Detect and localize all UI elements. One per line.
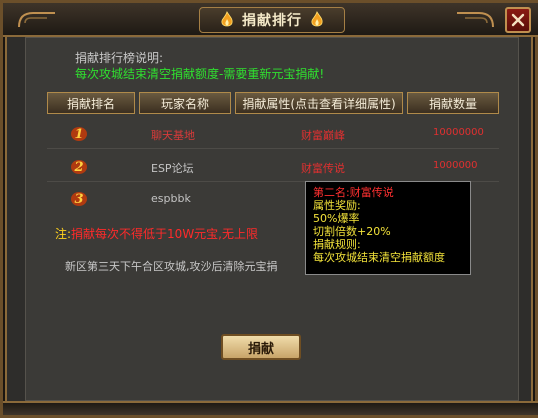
- ranking-row[interactable]: 1 聊天基地 财富巅峰 10000000: [47, 121, 499, 147]
- tooltip-title: 第二名:财富传说: [313, 186, 394, 199]
- close-button[interactable]: [505, 7, 531, 33]
- tooltip-line: 切割倍数+20%: [313, 225, 391, 238]
- tooltip-line: 每次攻城结束清空捐献额度: [313, 251, 445, 264]
- window-title: 捐献排行: [242, 13, 302, 29]
- description-text: 每次攻城结束清空捐献额度-需要重新元宝捐献!: [75, 67, 325, 81]
- player-name: espbbk: [151, 192, 191, 205]
- attribute-tooltip: 第二名:财富传说 属性奖励: 50%爆率 切割倍数+20% 捐献规则: 每次攻城…: [305, 181, 471, 275]
- notice-text: 新区第三天下午合区攻城,攻沙后清除元宝捐: [65, 260, 278, 273]
- column-header-rank[interactable]: 捐献排名: [47, 92, 135, 114]
- rank-2-icon: 2: [69, 156, 89, 176]
- svg-text:2: 2: [73, 160, 83, 175]
- donation-amount: 10000000: [433, 127, 484, 138]
- donate-button[interactable]: 捐献: [221, 334, 301, 360]
- tooltip-line: 50%爆率: [313, 212, 360, 225]
- column-header-amount[interactable]: 捐献数量: [407, 92, 499, 114]
- donation-amount: 1000000: [433, 160, 478, 171]
- column-header-attributes[interactable]: 捐献属性(点击查看详细属性): [235, 92, 403, 114]
- corner-ornament-left: [17, 9, 57, 29]
- svg-text:3: 3: [74, 192, 83, 207]
- close-icon: [511, 13, 525, 27]
- donation-title[interactable]: 财富传说: [301, 160, 345, 176]
- corner-ornament-right: [455, 9, 495, 29]
- rank-3-icon: 3: [69, 188, 89, 208]
- bottom-border: [3, 401, 538, 415]
- note-prefix: 注:: [55, 227, 72, 241]
- ranking-row[interactable]: 2 ESP论坛 财富传说 1000000: [47, 154, 499, 180]
- donation-note: 注:捐献每次不得低于10W元宝,无上限: [55, 225, 258, 242]
- flame-icon: [220, 11, 234, 29]
- column-header-player[interactable]: 玩家名称: [139, 92, 231, 114]
- rank-1-icon: 1: [69, 123, 89, 143]
- player-name: ESP论坛: [151, 162, 194, 175]
- title-bar[interactable]: 捐献排行: [3, 3, 538, 37]
- flame-icon: [310, 11, 324, 29]
- donation-title[interactable]: 财富巅峰: [301, 127, 345, 143]
- description-label: 捐献排行榜说明:: [75, 51, 164, 65]
- svg-text:1: 1: [74, 127, 83, 142]
- tooltip-line: 捐献规则:: [313, 238, 361, 251]
- row-divider: [47, 148, 499, 149]
- note-text: 捐献每次不得低于10W元宝,无上限: [71, 227, 258, 241]
- player-name: 聊天基地: [151, 129, 195, 142]
- title-plate: 捐献排行: [199, 7, 345, 33]
- tooltip-line: 属性奖励:: [313, 199, 361, 212]
- donation-ranking-window: 捐献排行 捐献排行榜说明: 每次攻城结束清空捐献额度-需要重新元宝捐献! 捐献排…: [0, 0, 538, 418]
